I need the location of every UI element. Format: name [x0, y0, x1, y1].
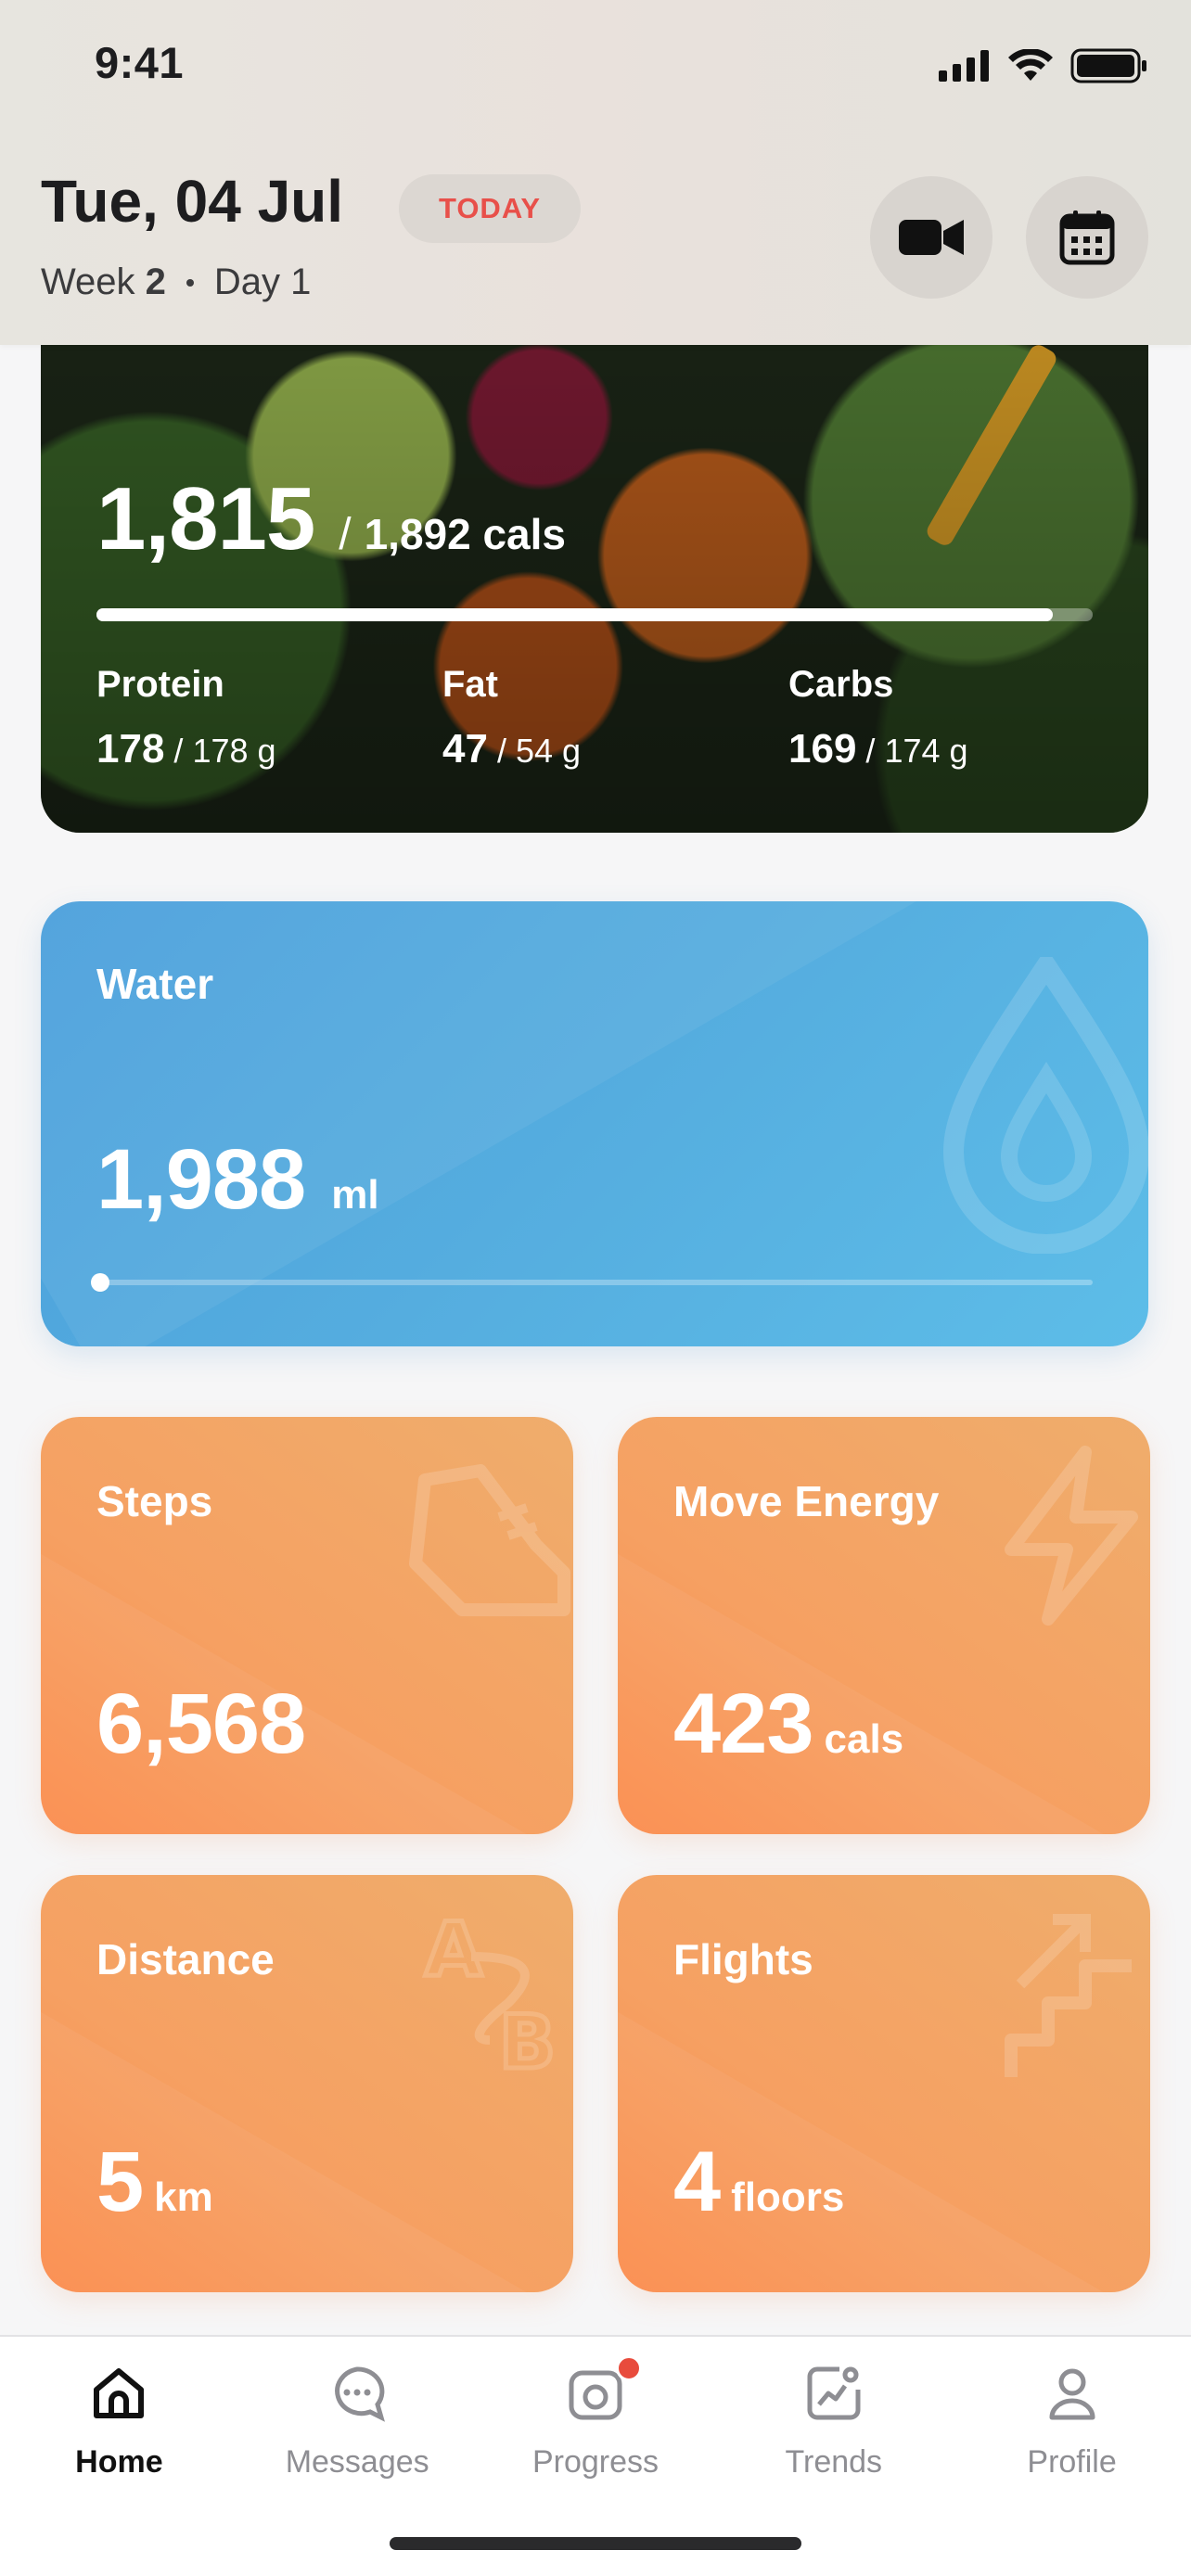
flights-value-row: 4 floors	[673, 2134, 844, 2231]
steps-title: Steps	[96, 1477, 213, 1525]
week-number: 2	[145, 261, 166, 302]
steps-value-row: 6,568	[96, 1676, 316, 1773]
tab-messages[interactable]: Messages	[238, 2337, 477, 2522]
macro-value: 178/ 178 g	[96, 726, 276, 772]
sneaker-icon	[409, 1464, 570, 1616]
macro-current: 169	[788, 726, 857, 772]
flights-card[interactable]: Flights 4 floors	[618, 1875, 1150, 2292]
tab-progress[interactable]: Progress	[477, 2337, 715, 2522]
macros-row: Protein 178/ 178 g Fat 47/ 54 g Carbs 16…	[96, 664, 1134, 772]
water-progress-track	[96, 1280, 1093, 1285]
chat-bubble-icon	[325, 2361, 390, 2426]
tab-label: Progress	[531, 2444, 660, 2480]
status-icons	[939, 48, 1148, 83]
flights-title: Flights	[673, 1935, 813, 1983]
macro-value: 169/ 174 g	[788, 726, 968, 772]
macro-label: Fat	[442, 664, 498, 705]
week-text: Week 2	[41, 261, 166, 303]
calendar-icon	[1059, 210, 1115, 265]
date-title: Tue, 04 Jul	[41, 168, 344, 235]
tab-label: Home	[75, 2444, 163, 2480]
water-unit: ml	[331, 1172, 379, 1218]
home-screen: 1,815 / 1,892 cals Protein 178/ 178 g Fa…	[0, 0, 1191, 2576]
macro-target: 54 g	[515, 732, 582, 770]
user-icon	[1040, 2361, 1105, 2426]
home-icon	[86, 2361, 151, 2426]
tab-profile[interactable]: Profile	[953, 2337, 1191, 2522]
macro-fat: Fat 47/ 54 g	[442, 664, 788, 772]
battery-icon	[1070, 48, 1146, 83]
lightning-bolt-icon	[1005, 1446, 1138, 1626]
distance-card[interactable]: A B Distance 5 km	[41, 1875, 573, 2292]
day-text: Day 1	[213, 261, 312, 302]
distance-value-row: 5 km	[96, 2134, 213, 2231]
wifi-icon	[1008, 49, 1053, 81]
trend-chart-icon	[801, 2361, 866, 2426]
distance-title: Distance	[96, 1935, 275, 1983]
water-amount: 1,988 ml	[96, 1131, 379, 1229]
week-word: Week	[41, 261, 135, 302]
macro-current: 178	[96, 726, 165, 772]
home-indicator	[390, 2537, 801, 2550]
water-card[interactable]: Water 1,988 ml	[41, 901, 1148, 1346]
cellular-signal-icon	[939, 50, 989, 82]
video-call-button[interactable]	[870, 176, 992, 299]
macro-value: 47/ 54 g	[442, 726, 582, 772]
macro-target: 174 g	[884, 732, 968, 770]
week-day-label: Week 2 Day 1	[41, 261, 311, 303]
move-energy-title: Move Energy	[673, 1477, 940, 1525]
macro-label: Protein	[96, 664, 224, 705]
stairs-arrow-icon	[1005, 1914, 1132, 2077]
calories-summary: 1,815 / 1,892 cals	[96, 468, 566, 570]
header: 9:41 Tue, 04 Jul TODAY Week 2 Day 1	[0, 0, 1191, 345]
steps-card[interactable]: Steps 6,568	[41, 1417, 573, 1834]
tab-label: Profile	[1027, 2444, 1117, 2480]
water-title: Water	[96, 960, 214, 1008]
water-drop-icon	[942, 957, 1148, 1254]
svg-text:B: B	[499, 1999, 556, 2085]
water-progress-knob[interactable]	[91, 1273, 109, 1292]
macro-label: Carbs	[788, 664, 894, 705]
tab-trends[interactable]: Trends	[714, 2337, 953, 2522]
macro-carbs: Carbs 169/ 174 g	[788, 664, 1134, 772]
svg-text:A: A	[425, 1906, 482, 1993]
status-time: 9:41	[95, 38, 185, 87]
meal-summary-card[interactable]: 1,815 / 1,892 cals Protein 178/ 178 g Fa…	[41, 278, 1148, 833]
tab-label: Trends	[785, 2444, 883, 2480]
move-energy-unit: cals	[824, 1716, 904, 1762]
calories-eaten: 1,815	[96, 469, 315, 568]
macro-current: 47	[442, 726, 488, 772]
a-to-b-icon: A B	[423, 1905, 558, 2087]
tab-bar: Home Messages Progress Trends Profile	[0, 2335, 1191, 2576]
move-energy-value: 423	[673, 1677, 813, 1771]
tab-home[interactable]: Home	[0, 2337, 238, 2522]
steps-value: 6,568	[96, 1677, 306, 1771]
separator-dot	[186, 278, 194, 287]
video-camera-icon	[899, 220, 964, 255]
calories-target: 1,892 cals	[364, 510, 566, 558]
move-energy-value-row: 423 cals	[673, 1676, 903, 1773]
calories-progress-bar	[96, 608, 1093, 621]
distance-unit: km	[154, 2174, 213, 2220]
calendar-button[interactable]	[1026, 176, 1148, 299]
notification-dot	[615, 2355, 642, 2381]
calories-separator: /	[339, 510, 352, 559]
flights-unit: floors	[731, 2174, 845, 2220]
macro-target: 178 g	[192, 732, 276, 770]
today-badge[interactable]: TODAY	[399, 174, 581, 243]
macro-protein: Protein 178/ 178 g	[96, 664, 442, 772]
water-value: 1,988	[96, 1132, 306, 1227]
move-energy-card[interactable]: Move Energy 423 cals	[618, 1417, 1150, 1834]
tab-label: Messages	[285, 2444, 429, 2480]
flights-value: 4	[673, 2135, 721, 2229]
calories-progress-fill	[96, 608, 1054, 621]
distance-value: 5	[96, 2135, 144, 2229]
